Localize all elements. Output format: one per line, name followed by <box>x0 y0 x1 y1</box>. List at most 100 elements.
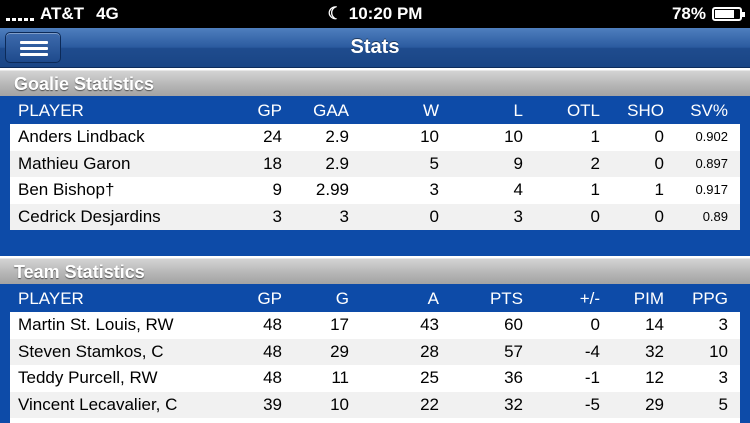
player-name: Anders Lindback <box>18 127 145 146</box>
stat-cell: 17 <box>330 315 349 334</box>
stat-cell: 48 <box>263 341 282 361</box>
player-name: Vincent Lecavalier, C <box>18 394 178 414</box>
battery-icon <box>712 7 745 21</box>
table-row[interactable]: Ben Bishop† 9 2.99 3 4 1 1 0.917 <box>10 177 740 204</box>
stat-cell: 4 <box>513 180 523 199</box>
stat-cell: -1 <box>584 368 600 387</box>
column-header: W <box>422 101 439 120</box>
stat-cell: -4 <box>584 341 600 361</box>
goalie-table-header: PLAYER GP GAA W L OTL SHO SV% <box>10 98 740 123</box>
column-header: G <box>335 289 349 308</box>
stat-cell: 1 <box>590 180 600 199</box>
stat-cell: 2.99 <box>315 180 349 199</box>
stat-cell: 11 <box>331 368 349 387</box>
column-header: PPG <box>692 289 728 308</box>
column-header: PLAYER <box>18 289 84 308</box>
team-section-header: Team Statistics <box>0 258 750 284</box>
column-header: PIM <box>633 289 664 308</box>
stat-cell: 48 <box>263 368 282 387</box>
stat-cell: 0.917 <box>695 182 728 197</box>
column-header: OTL <box>566 101 600 120</box>
stat-cell: 10 <box>330 394 349 414</box>
stat-cell: 43 <box>420 315 439 334</box>
stat-cell: 2.9 <box>325 153 349 173</box>
stat-cell: 0 <box>590 315 600 334</box>
table-row[interactable]: Teddy Purcell, RW 48 11 25 36 -1 12 3 <box>10 365 740 392</box>
stat-cell: 36 <box>504 368 523 387</box>
player-name: Cedrick Desjardins <box>18 206 161 226</box>
stat-cell: 0 <box>590 206 600 226</box>
stat-cell: 14 <box>645 315 664 334</box>
column-header: L <box>513 101 523 120</box>
stat-cell: 1 <box>590 127 600 146</box>
stat-cell: 3 <box>272 206 282 226</box>
stat-cell: 32 <box>645 341 664 361</box>
stat-cell: 60 <box>504 315 523 334</box>
stat-cell: 0 <box>654 127 664 146</box>
stat-cell: 24 <box>263 127 282 146</box>
stat-cell: 0 <box>429 206 439 226</box>
stat-cell: 0.897 <box>695 155 728 171</box>
stat-cell: 5 <box>429 153 439 173</box>
team-table-body: Martin St. Louis, RW 48 17 43 60 0 14 3 Steven S… <box>10 312 740 423</box>
stat-cell: 2 <box>590 153 600 173</box>
stat-cell: 3 <box>718 368 728 387</box>
stat-cell: 5 <box>718 394 728 414</box>
stat-cell: 32 <box>504 394 523 414</box>
stat-cell: 3 <box>718 315 728 334</box>
stat-cell: -5 <box>584 394 600 414</box>
goalie-table-body: Anders Lindback 24 2.9 10 10 1 0 0.902 Mathieu G… <box>10 124 740 230</box>
stat-cell: 0.902 <box>695 129 728 144</box>
battery-percent: 78% <box>671 4 706 23</box>
player-name: Steven Stamkos, C <box>18 341 164 361</box>
table-row[interactable]: Mathieu Garon 18 2.9 5 9 2 0 0.897 <box>10 150 740 177</box>
stat-cell: 1 <box>654 180 664 199</box>
stat-cell: 3 <box>429 180 439 199</box>
player-name: Ben Bishop† <box>18 180 115 199</box>
player-name: Mathieu Garon <box>18 153 131 173</box>
stat-cell: 29 <box>330 341 349 361</box>
stat-cell: 18 <box>263 153 282 173</box>
column-header: +/- <box>579 289 600 308</box>
status-center: ☾ 10:20 PM <box>0 4 750 24</box>
battery-fill <box>715 10 734 18</box>
stat-cell: 57 <box>504 341 523 361</box>
stat-cell: 2.9 <box>325 127 349 146</box>
stat-cell: 9 <box>272 180 282 199</box>
goalie-section-header: Goalie Statistics <box>0 70 750 96</box>
status-time: 10:20 PM <box>348 4 423 23</box>
team-table-header: PLAYER GP G A PTS +/- PIM PPG <box>10 286 740 311</box>
stat-cell: 0 <box>654 153 664 173</box>
column-header: SHO <box>627 101 664 120</box>
column-header: GP <box>257 289 282 308</box>
goalie-panel: PLAYER GP GAA W L OTL SHO SV% Anders Lindback 24… <box>0 96 750 256</box>
status-bar: AT&T 4G ☾ 10:20 PM 78% <box>0 0 750 28</box>
column-header: PTS <box>489 289 523 308</box>
team-panel: PLAYER GP G A PTS +/- PIM PPG Martin St. Louis,… <box>0 284 750 423</box>
nav-bar: Stats <box>0 28 750 68</box>
table-row[interactable]: Anders Lindback 24 2.9 10 10 1 0 0.902 <box>10 124 740 151</box>
table-row[interactable]: Steven Stamkos, C 48 29 28 57 -4 32 10 <box>10 338 740 365</box>
stat-cell: 0.89 <box>702 208 728 224</box>
moon-icon: ☾ <box>327 4 343 23</box>
stat-cell: 48 <box>263 315 282 334</box>
page-title: Stats <box>350 36 400 58</box>
column-header: A <box>427 289 439 308</box>
stat-cell: 0 <box>654 206 664 226</box>
stat-cell: 22 <box>420 394 439 414</box>
status-right: 78% <box>671 4 745 24</box>
stat-cell: 12 <box>645 368 664 387</box>
stat-cell: 3 <box>513 206 523 226</box>
stat-cell: 25 <box>420 368 439 387</box>
stat-cell: 29 <box>645 394 664 414</box>
stat-cell: 10 <box>504 127 523 146</box>
stat-cell: 3 <box>339 206 349 226</box>
stat-cell: 39 <box>263 394 282 414</box>
stat-cell: 10 <box>420 127 439 146</box>
player-name: Teddy Purcell, RW <box>18 368 158 387</box>
column-header: GAA <box>313 101 349 120</box>
stat-cell: 9 <box>513 153 523 173</box>
table-row[interactable]: Vincent Lecavalier, C 39 10 22 32 -5 29 5 <box>10 391 740 418</box>
table-row[interactable]: Martin St. Louis, RW 48 17 43 60 0 14 3 <box>10 312 740 339</box>
table-row[interactable]: Cedrick Desjardins 3 3 0 3 0 0 0.89 <box>10 203 740 230</box>
